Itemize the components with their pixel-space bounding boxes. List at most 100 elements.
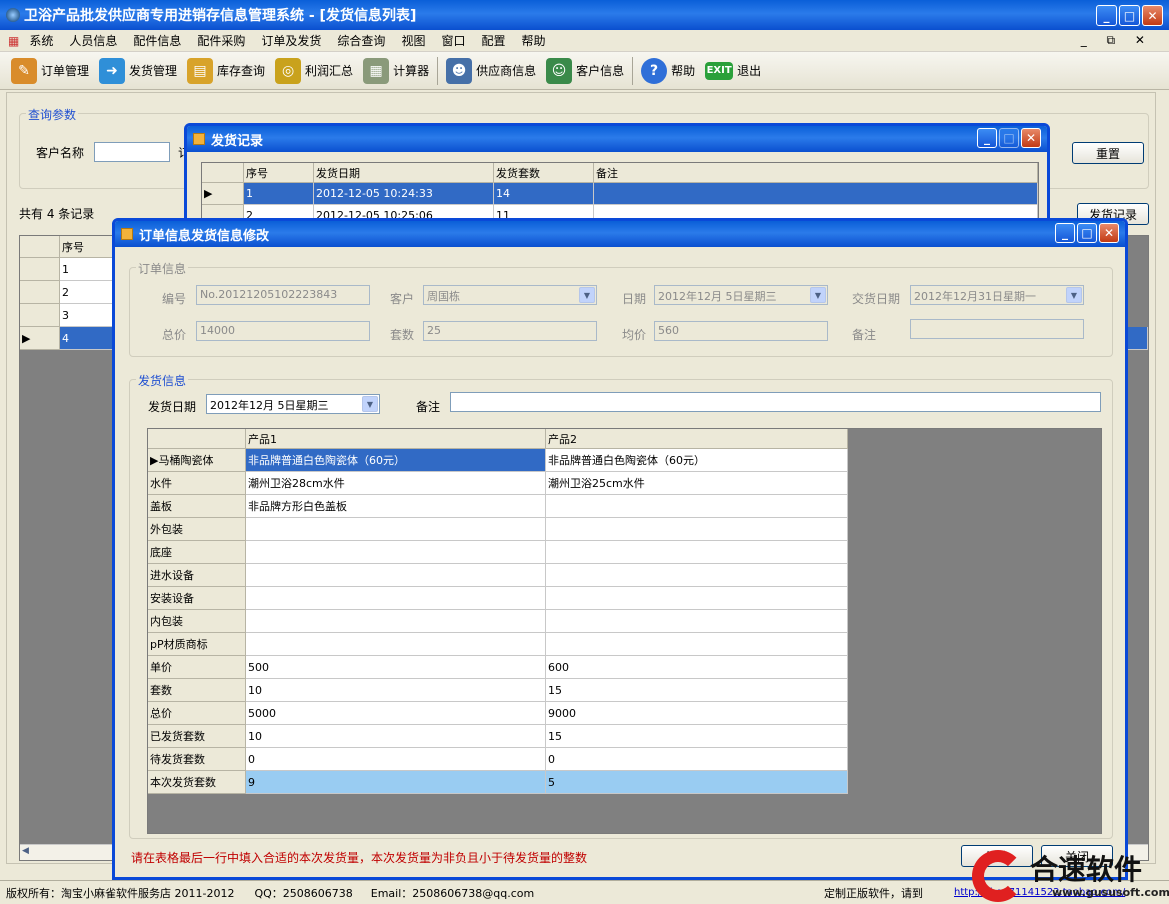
reset-button[interactable]: 重置	[1072, 142, 1144, 164]
ship-remark-label: 备注	[416, 400, 441, 414]
row-header-label[interactable]: 总价	[148, 702, 246, 725]
row-header-current[interactable]: ▶马桶陶瓷体	[148, 449, 246, 472]
table-cell[interactable]: 600	[546, 656, 848, 679]
table-cell[interactable]: 2	[60, 281, 120, 304]
table-cell[interactable]: 15	[546, 725, 848, 748]
close-button[interactable]: ✕	[1099, 223, 1119, 243]
menu-window[interactable]: 窗口	[433, 32, 473, 49]
query-legend: 查询参数	[26, 106, 79, 123]
table-cell[interactable]: 500	[246, 656, 546, 679]
table-cell[interactable]: 潮州卫浴28cm水件	[246, 472, 546, 495]
shipping-manage-button[interactable]: ➜ 发货管理	[94, 57, 182, 84]
toolbar-separator	[437, 56, 439, 85]
table-cell[interactable]: 3	[60, 304, 120, 327]
table-cell[interactable]: 10	[246, 679, 546, 702]
menu-purchase[interactable]: 配件采购	[189, 32, 253, 49]
order-manage-button[interactable]: ✎ 订单管理	[6, 57, 94, 84]
help-button[interactable]: ? 帮助	[636, 57, 700, 84]
minimize-button[interactable]: _	[1055, 223, 1075, 243]
table-cell[interactable]: 非品牌普通白色陶瓷体（60元）	[246, 449, 546, 472]
order-remark-field	[910, 319, 1084, 339]
calculator-button[interactable]: ▦ 计算器	[358, 57, 434, 84]
ship-date-picker[interactable]: 2012年12月 5日星期三 ▼	[206, 394, 380, 414]
warehouse-icon: ▤	[187, 57, 214, 84]
inventory-query-button[interactable]: ▤ 库存查询	[182, 57, 270, 84]
menu-config[interactable]: 配置	[473, 32, 513, 49]
supplier-info-button[interactable]: ☻ 供应商信息	[441, 57, 541, 84]
row-header-label[interactable]: 底座	[148, 541, 246, 564]
menu-parts[interactable]: 配件信息	[125, 32, 189, 49]
row-header[interactable]	[20, 281, 60, 304]
table-cell[interactable]	[546, 633, 848, 656]
table-cell[interactable]: 10	[246, 725, 546, 748]
table-cell[interactable]	[246, 564, 546, 587]
maximize-button[interactable]: □	[1119, 5, 1140, 26]
table-cell[interactable]: 5000	[246, 702, 546, 725]
menu-view[interactable]: 视图	[393, 32, 433, 49]
table-cell[interactable]	[546, 518, 848, 541]
minimize-button[interactable]: _	[1096, 5, 1117, 26]
menu-query[interactable]: 综合查询	[329, 32, 393, 49]
table-cell[interactable]	[246, 610, 546, 633]
row-header-label[interactable]: 水件	[148, 472, 246, 495]
table-cell[interactable]: 1	[60, 258, 120, 281]
profit-summary-button[interactable]: ◎ 利润汇总	[270, 57, 358, 84]
row-header-corner	[20, 236, 60, 258]
table-cell[interactable]: 1	[244, 183, 314, 205]
sets-label: 套数	[390, 328, 415, 342]
table-cell[interactable]: 9000	[546, 702, 848, 725]
close-button[interactable]: ✕	[1021, 128, 1041, 148]
table-cell[interactable]: 非品牌方形白色盖板	[246, 495, 546, 518]
customer-info-button[interactable]: ☺ 客户信息	[541, 57, 629, 84]
row-header-current[interactable]: ▶	[202, 183, 244, 205]
row-header-label[interactable]: 安装设备	[148, 587, 246, 610]
table-cell[interactable]: 0	[546, 748, 848, 771]
row-header-label[interactable]: 本次发货套数	[148, 771, 246, 794]
row-header-label[interactable]: pP材质商标	[148, 633, 246, 656]
table-cell[interactable]: 潮州卫浴25cm水件	[546, 472, 848, 495]
table-cell[interactable]	[246, 541, 546, 564]
minimize-button[interactable]: _	[977, 128, 997, 148]
row-header-label[interactable]: 已发货套数	[148, 725, 246, 748]
table-cell[interactable]	[546, 541, 848, 564]
row-header-current[interactable]: ▶	[20, 327, 60, 350]
table-cell[interactable]: 14	[494, 183, 594, 205]
table-cell[interactable]: 0	[246, 748, 546, 771]
ship-remark-input[interactable]	[450, 392, 1101, 412]
chevron-down-icon: ▼	[1066, 287, 1082, 303]
exit-button[interactable]: EXIT 退出	[700, 61, 766, 80]
row-header-label[interactable]: 外包装	[148, 518, 246, 541]
close-button[interactable]: ✕	[1142, 5, 1163, 26]
table-cell[interactable]: 15	[546, 679, 848, 702]
customer-name-input[interactable]	[94, 142, 170, 162]
table-cell[interactable]: 5	[546, 771, 848, 794]
table-cell[interactable]	[546, 610, 848, 633]
avg-price-label: 均价	[622, 328, 647, 342]
table-cell[interactable]	[594, 183, 1038, 205]
row-header-label[interactable]: 待发货套数	[148, 748, 246, 771]
menu-help[interactable]: 帮助	[513, 32, 553, 49]
table-cell[interactable]	[546, 564, 848, 587]
row-header[interactable]	[20, 258, 60, 281]
row-header-label[interactable]: 内包装	[148, 610, 246, 633]
edit-title-bar: 订单信息发货信息修改 _ □ ✕	[115, 221, 1125, 247]
mdi-window-controls[interactable]: _ ⧉ ✕	[1073, 33, 1161, 48]
chevron-down-icon[interactable]: ▼	[362, 396, 378, 412]
table-cell[interactable]	[246, 518, 546, 541]
table-cell[interactable]: 9	[246, 771, 546, 794]
menu-system[interactable]: 系统	[21, 32, 61, 49]
menu-orders[interactable]: 订单及发货	[253, 32, 329, 49]
table-cell[interactable]	[246, 587, 546, 610]
table-cell[interactable]: 非品牌普通白色陶瓷体（60元）	[546, 449, 848, 472]
table-cell[interactable]: 2012-12-05 10:24:33	[314, 183, 494, 205]
table-cell[interactable]	[546, 495, 848, 518]
menu-staff[interactable]: 人员信息	[61, 32, 125, 49]
row-header-label[interactable]: 进水设备	[148, 564, 246, 587]
row-header-label[interactable]: 单价	[148, 656, 246, 679]
row-header[interactable]	[20, 304, 60, 327]
table-cell[interactable]	[546, 587, 848, 610]
maximize-button[interactable]: □	[1077, 223, 1097, 243]
table-cell[interactable]	[246, 633, 546, 656]
row-header-label[interactable]: 套数	[148, 679, 246, 702]
row-header-label[interactable]: 盖板	[148, 495, 246, 518]
